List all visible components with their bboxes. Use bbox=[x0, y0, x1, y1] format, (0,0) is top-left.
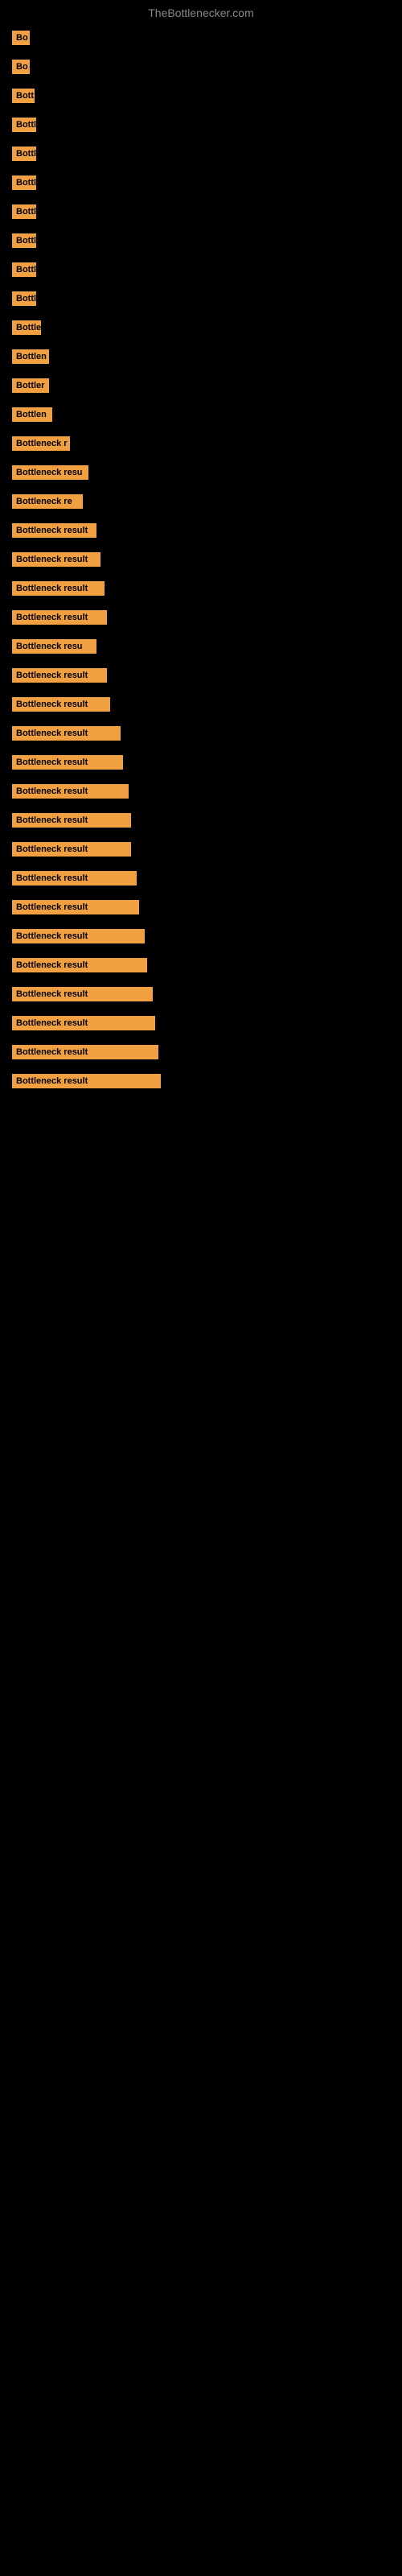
result-row: Bottleneck result bbox=[12, 697, 390, 712]
bottleneck-label: Bott bbox=[12, 89, 35, 103]
result-row: Bottl bbox=[12, 262, 390, 277]
result-row: Bottlen bbox=[12, 407, 390, 422]
result-row: Bottl bbox=[12, 204, 390, 219]
result-row: Bottl bbox=[12, 147, 390, 161]
result-row: Bottleneck result bbox=[12, 987, 390, 1001]
result-row: Bottl bbox=[12, 291, 390, 306]
bottleneck-label: Bottleneck result bbox=[12, 842, 131, 857]
result-row: Bottleneck result bbox=[12, 755, 390, 770]
bottleneck-label: Bo bbox=[12, 60, 30, 74]
bottleneck-label: Bottleneck result bbox=[12, 610, 107, 625]
result-row: Bottleneck result bbox=[12, 929, 390, 943]
bottleneck-label: Bottleneck result bbox=[12, 581, 105, 596]
bottleneck-label: Bottle bbox=[12, 320, 41, 335]
result-row: Bottleneck result bbox=[12, 813, 390, 828]
bottleneck-label: Bottl bbox=[12, 291, 36, 306]
bottleneck-label: Bottl bbox=[12, 175, 36, 190]
result-row: Bottleneck result bbox=[12, 900, 390, 914]
bottleneck-label: Bo bbox=[12, 31, 30, 45]
bottleneck-label: Bottler bbox=[12, 378, 49, 393]
result-row: Bottler bbox=[12, 378, 390, 393]
bottleneck-label: Bottleneck result bbox=[12, 929, 145, 943]
bottleneck-label: Bottleneck re bbox=[12, 494, 83, 509]
result-row: Bottleneck result bbox=[12, 1016, 390, 1030]
bottleneck-label: Bottleneck result bbox=[12, 668, 107, 683]
bottleneck-label: Bottleneck r bbox=[12, 436, 70, 451]
result-row: Bottleneck r bbox=[12, 436, 390, 451]
bottleneck-label: Bottlen bbox=[12, 407, 52, 422]
bottleneck-label: Bottleneck result bbox=[12, 813, 131, 828]
bottleneck-label: Bottleneck result bbox=[12, 523, 96, 538]
bottleneck-label: Bottl bbox=[12, 262, 36, 277]
result-row: Bottleneck re bbox=[12, 494, 390, 509]
bottleneck-label: Bottleneck result bbox=[12, 552, 100, 567]
result-row: Bottleneck result bbox=[12, 726, 390, 741]
result-row: Bottlen bbox=[12, 349, 390, 364]
bottleneck-label: Bottleneck result bbox=[12, 900, 139, 914]
bottleneck-label: Bottleneck result bbox=[12, 1045, 158, 1059]
result-row: Bottleneck result bbox=[12, 1074, 390, 1088]
bottleneck-label: Bottl bbox=[12, 118, 36, 132]
results-container: Bo Bo Bott Bottl Bottl Bottl Bottl Bottl Bottl Bo… bbox=[0, 23, 402, 1111]
result-row: Bottleneck result bbox=[12, 958, 390, 972]
bottleneck-label: Bottlen bbox=[12, 349, 49, 364]
bottleneck-label: Bottleneck result bbox=[12, 958, 147, 972]
bottleneck-label: Bottleneck resu bbox=[12, 465, 88, 480]
result-row: Bo bbox=[12, 60, 390, 74]
bottleneck-label: Bottleneck result bbox=[12, 726, 121, 741]
bottleneck-label: Bottleneck result bbox=[12, 1016, 155, 1030]
result-row: Bottleneck result bbox=[12, 784, 390, 799]
bottleneck-label: Bottleneck result bbox=[12, 697, 110, 712]
result-row: Bottl bbox=[12, 118, 390, 132]
result-row: Bottleneck result bbox=[12, 871, 390, 886]
result-row: Bottleneck result bbox=[12, 668, 390, 683]
site-title: TheBottlenecker.com bbox=[0, 0, 402, 23]
result-row: Bott bbox=[12, 89, 390, 103]
result-row: Bottl bbox=[12, 175, 390, 190]
result-row: Bottl bbox=[12, 233, 390, 248]
result-row: Bottleneck result bbox=[12, 842, 390, 857]
bottleneck-label: Bottleneck result bbox=[12, 871, 137, 886]
bottleneck-label: Bottleneck result bbox=[12, 755, 123, 770]
result-row: Bottleneck result bbox=[12, 1045, 390, 1059]
result-row: Bottleneck result bbox=[12, 610, 390, 625]
bottleneck-label: Bottl bbox=[12, 147, 36, 161]
result-row: Bo bbox=[12, 31, 390, 45]
result-row: Bottle bbox=[12, 320, 390, 335]
bottleneck-label: Bottleneck result bbox=[12, 987, 153, 1001]
bottleneck-label: Bottleneck result bbox=[12, 784, 129, 799]
result-row: Bottleneck result bbox=[12, 581, 390, 596]
result-row: Bottleneck resu bbox=[12, 639, 390, 654]
result-row: Bottleneck result bbox=[12, 523, 390, 538]
bottleneck-label: Bottl bbox=[12, 233, 36, 248]
bottleneck-label: Bottleneck resu bbox=[12, 639, 96, 654]
result-row: Bottleneck result bbox=[12, 552, 390, 567]
result-row: Bottleneck resu bbox=[12, 465, 390, 480]
bottleneck-label: Bottl bbox=[12, 204, 36, 219]
bottleneck-label: Bottleneck result bbox=[12, 1074, 161, 1088]
